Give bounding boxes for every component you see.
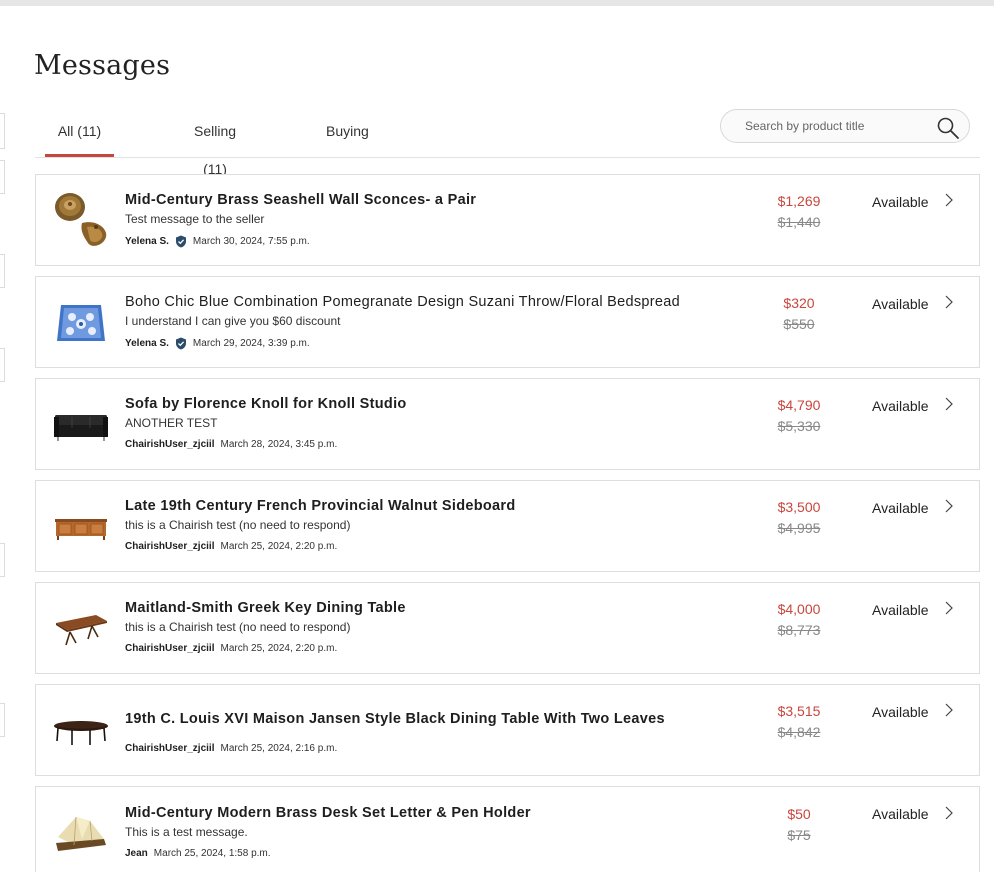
message-date: March 25, 2024, 1:58 p.m. [153, 848, 271, 859]
message-preview: ANOTHER TEST [125, 416, 218, 430]
chevron-right-icon[interactable] [944, 499, 954, 513]
original-price: $5,330 [777, 418, 821, 434]
product-thumbnail-walnut-sideboard [55, 519, 107, 540]
sender-name: ChairishUser_zjciil [125, 743, 215, 754]
left-edge-card [0, 348, 5, 382]
product-thumbnail-brass-seashell-sconces [55, 193, 107, 246]
message-preview: this is a Chairish test (no need to resp… [125, 518, 351, 532]
original-price: $4,842 [777, 724, 821, 740]
message-row[interactable]: Maitland-Smith Greek Key Dining Table th… [35, 582, 980, 674]
availability-status: Available [872, 500, 929, 516]
sale-price: $4,000 [777, 601, 821, 617]
chevron-right-icon[interactable] [944, 193, 954, 207]
original-price: $8,773 [777, 622, 821, 638]
left-edge-card [0, 113, 5, 149]
chevron-right-icon[interactable] [944, 703, 954, 717]
product-thumbnail-blue-suzani-throw [57, 305, 105, 341]
message-meta: Yelena S. March 30, 2024, 7:55 p.m. [125, 235, 310, 248]
message-tabs: All (11) Selling (11) Buying [45, 112, 369, 177]
product-title: 19th C. Louis XVI Maison Jansen Style Bl… [125, 711, 665, 727]
message-meta: ChairishUser_zjciil March 25, 2024, 2:16… [125, 743, 337, 754]
chevron-right-icon[interactable] [944, 397, 954, 411]
message-row[interactable]: Mid-Century Brass Seashell Wall Sconces-… [35, 174, 980, 266]
sender-name: ChairishUser_zjciil [125, 643, 215, 654]
product-title: Mid-Century Modern Brass Desk Set Letter… [125, 805, 531, 821]
tab-selling[interactable]: Selling (11) [183, 112, 247, 177]
tab-buying-label: Buying [326, 123, 369, 139]
availability-status: Available [872, 398, 929, 414]
message-row[interactable]: Mid-Century Modern Brass Desk Set Letter… [35, 786, 980, 872]
chevron-right-icon[interactable] [944, 601, 954, 615]
search-icon[interactable] [936, 116, 960, 140]
product-thumbnail-dining-table [56, 615, 107, 646]
tab-all-label: All (11) [57, 123, 102, 139]
availability-status: Available [872, 602, 929, 618]
original-price: $4,995 [777, 520, 821, 536]
product-title: Boho Chic Blue Combination Pomegranate D… [125, 294, 680, 310]
page-title: Messages [34, 50, 171, 81]
product-title: Sofa by Florence Knoll for Knoll Studio [125, 396, 407, 412]
left-edge-card [0, 160, 5, 194]
sender-name: Jean [125, 848, 148, 859]
message-date: March 30, 2024, 7:55 p.m. [192, 236, 310, 247]
sale-price: $3,515 [777, 703, 821, 719]
product-title: Maitland-Smith Greek Key Dining Table [125, 600, 406, 616]
message-date: March 25, 2024, 2:20 p.m. [220, 643, 338, 654]
tabs-divider [35, 157, 980, 158]
left-edge-card [0, 543, 5, 577]
message-row[interactable]: Boho Chic Blue Combination Pomegranate D… [35, 276, 980, 368]
original-price: $550 [783, 316, 815, 332]
left-edge-card [0, 703, 5, 737]
message-row[interactable]: Late 19th Century French Provincial Waln… [35, 480, 980, 572]
sender-name: Yelena S. [125, 338, 169, 349]
product-thumbnail-brass-desk-set [56, 816, 106, 851]
availability-status: Available [872, 806, 929, 822]
sender-name: ChairishUser_zjciil [125, 541, 215, 552]
original-price: $1,440 [777, 214, 821, 230]
product-title: Mid-Century Brass Seashell Wall Sconces-… [125, 192, 477, 208]
left-edge-card [0, 254, 5, 288]
product-thumbnail-black-leather-sofa [54, 415, 108, 441]
message-row[interactable]: Sofa by Florence Knoll for Knoll Studio … [35, 378, 980, 470]
sender-name: Yelena S. [125, 236, 169, 247]
sale-price: $3,500 [777, 499, 821, 515]
tab-selling-label: Selling (11) [193, 123, 237, 177]
search-box [720, 109, 970, 143]
message-preview: This is a test message. [125, 825, 248, 839]
message-meta: Jean March 25, 2024, 1:58 p.m. [125, 848, 271, 859]
message-preview: I understand I can give you $60 discount [125, 314, 341, 328]
tab-all[interactable]: All (11) [45, 112, 114, 158]
message-date: March 28, 2024, 3:45 p.m. [220, 439, 338, 450]
message-meta: ChairishUser_zjciil March 25, 2024, 2:20… [125, 541, 337, 552]
sender-name: ChairishUser_zjciil [125, 439, 215, 450]
sale-price: $50 [787, 806, 811, 822]
verified-shield-icon [175, 235, 186, 248]
message-meta: ChairishUser_zjciil March 28, 2024, 3:45… [125, 439, 337, 450]
chevron-right-icon[interactable] [944, 295, 954, 309]
verified-shield-icon [175, 337, 186, 350]
availability-status: Available [872, 704, 929, 720]
tab-buying[interactable]: Buying [326, 112, 369, 158]
product-title: Late 19th Century French Provincial Waln… [125, 498, 516, 514]
search-input[interactable] [745, 116, 925, 136]
message-preview: this is a Chairish test (no need to resp… [125, 620, 351, 634]
original-price: $75 [787, 827, 811, 843]
message-date: March 25, 2024, 2:16 p.m. [220, 743, 338, 754]
product-thumbnail-black-dining-table [54, 721, 108, 745]
sale-price: $1,269 [777, 193, 821, 209]
sale-price: $320 [783, 295, 815, 311]
message-meta: Yelena S. March 29, 2024, 3:39 p.m. [125, 337, 310, 350]
message-row[interactable]: 19th C. Louis XVI Maison Jansen Style Bl… [35, 684, 980, 776]
message-preview: Test message to the seller [125, 212, 265, 226]
chevron-right-icon[interactable] [944, 806, 954, 820]
sale-price: $4,790 [777, 397, 821, 413]
top-bar [0, 0, 994, 6]
message-date: March 25, 2024, 2:20 p.m. [220, 541, 338, 552]
message-date: March 29, 2024, 3:39 p.m. [192, 338, 310, 349]
message-meta: ChairishUser_zjciil March 25, 2024, 2:20… [125, 643, 337, 654]
availability-status: Available [872, 194, 929, 210]
availability-status: Available [872, 296, 929, 312]
